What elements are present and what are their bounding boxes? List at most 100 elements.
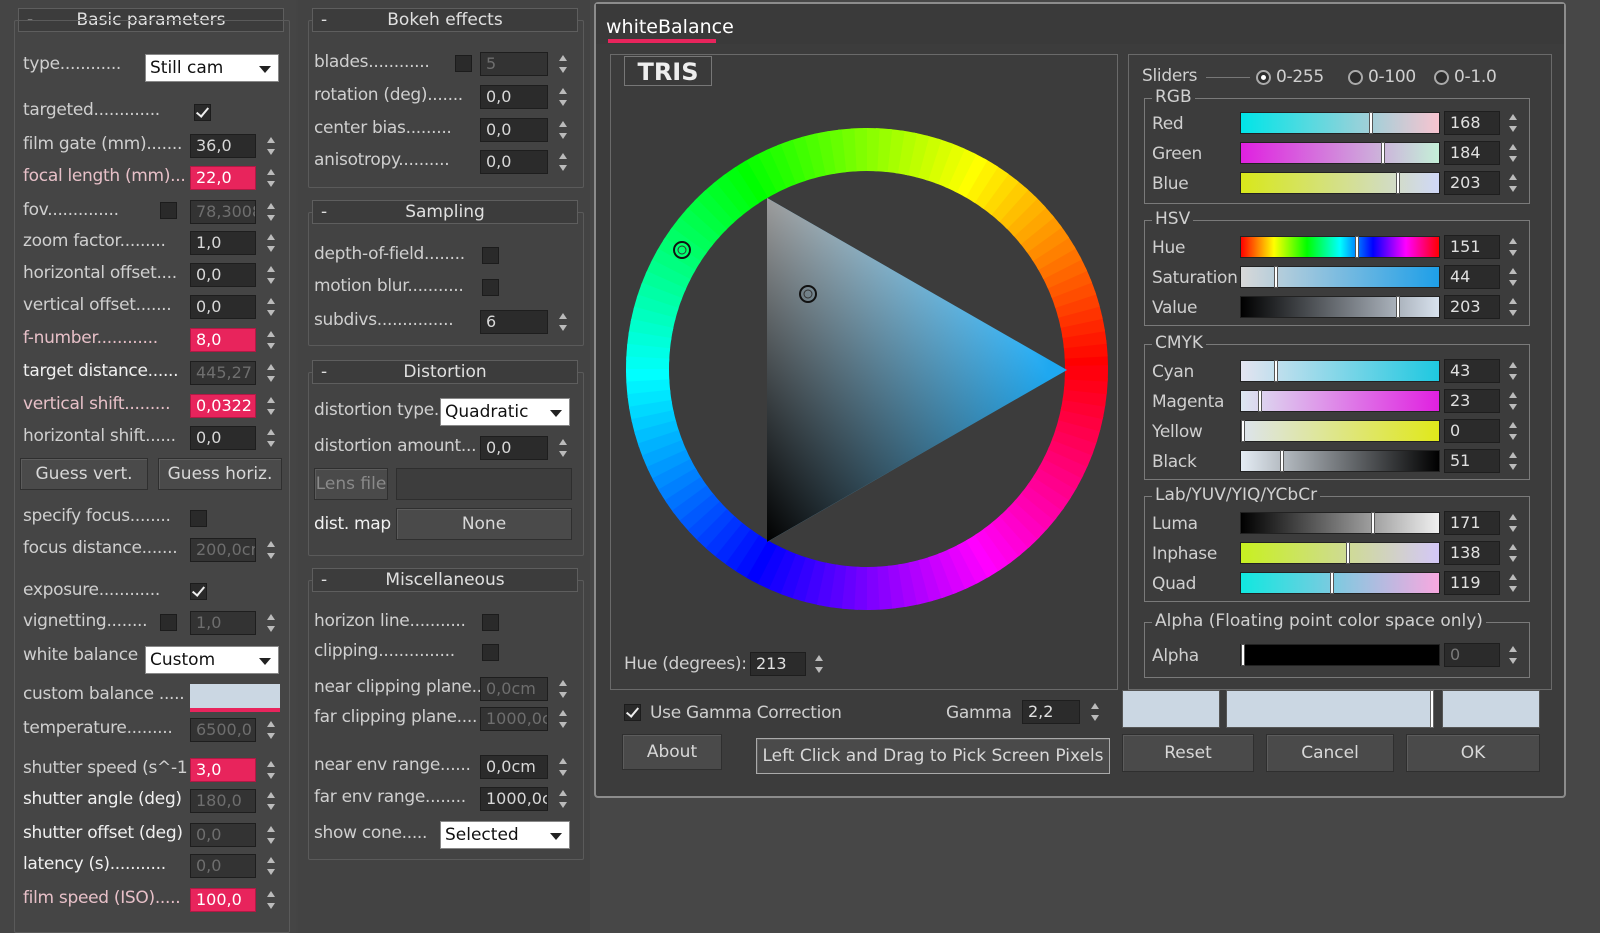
distortion-header[interactable]: - Distortion (312, 360, 578, 384)
zoom-factor-field[interactable]: 1,0 (190, 231, 256, 255)
focus-distance-spinner[interactable] (264, 538, 278, 562)
hue-slider[interactable] (1240, 236, 1440, 258)
target-distance-field[interactable]: 445,27 (190, 361, 256, 385)
latency-spinner[interactable] (264, 854, 278, 878)
film-gate-field[interactable]: 36,0 (190, 134, 256, 158)
green-slider[interactable] (1240, 142, 1440, 164)
vignetting-checkbox[interactable] (160, 614, 177, 631)
shutter-offset-spinner[interactable] (264, 823, 278, 847)
near-clipping-spinner[interactable] (556, 677, 570, 701)
shutter-speed-spinner[interactable] (264, 758, 278, 782)
vertical-shift-field[interactable]: 0,0322 (190, 394, 256, 418)
custom-balance-swatch[interactable] (190, 684, 280, 712)
inphase-slider[interactable] (1240, 542, 1440, 564)
blades-field[interactable]: 5 (480, 52, 548, 76)
guess-vert-button[interactable]: Guess vert. (20, 458, 148, 490)
inphase-slider-handle[interactable] (1346, 542, 1350, 564)
targeted-checkbox[interactable] (194, 104, 211, 121)
horizontal-shift-spinner[interactable] (264, 426, 278, 450)
yellow-value-field[interactable]: 0 (1444, 419, 1500, 443)
far-env-field[interactable]: 1000,0c (480, 787, 548, 811)
alpha-value-field[interactable]: 0 (1444, 643, 1500, 667)
cyan-spinner[interactable] (1506, 359, 1520, 383)
yellow-spinner[interactable] (1506, 419, 1520, 443)
far-clipping-field[interactable]: 1000,0c (480, 707, 548, 731)
shutter-angle-spinner[interactable] (264, 789, 278, 813)
blades-checkbox[interactable] (455, 55, 472, 72)
subdivs-field[interactable]: 6 (480, 310, 548, 334)
magenta-value-field[interactable]: 23 (1444, 389, 1500, 413)
alpha-slider-handle[interactable] (1241, 644, 1245, 666)
gamma-correction-checkbox[interactable] (624, 704, 641, 721)
blue-slider-handle[interactable] (1396, 172, 1400, 194)
gamma-spinner[interactable] (1088, 700, 1102, 724)
alpha-spinner[interactable] (1506, 643, 1520, 667)
distortion-amount-field[interactable]: 0,0 (480, 436, 548, 460)
cyan-slider-handle[interactable] (1274, 360, 1278, 382)
magenta-spinner[interactable] (1506, 389, 1520, 413)
original-color-swatch[interactable] (1122, 690, 1220, 728)
near-env-field[interactable]: 0,0cm (480, 755, 548, 779)
magenta-slider[interactable] (1240, 390, 1440, 412)
sat-slider-handle[interactable] (1274, 266, 1278, 288)
focus-distance-field[interactable]: 200,0cm (190, 538, 256, 562)
pick-screen-pixels-button[interactable]: Left Click and Drag to Pick Screen Pixel… (756, 738, 1110, 774)
temperature-field[interactable]: 6500,0 (190, 718, 256, 742)
fov-field[interactable]: 78,3008 (190, 200, 256, 224)
black-slider-handle[interactable] (1280, 450, 1284, 472)
vertical-shift-spinner[interactable] (264, 394, 278, 418)
hue-spinner[interactable] (1506, 235, 1520, 259)
yellow-slider-handle[interactable] (1241, 420, 1245, 442)
dist-map-button[interactable]: None (396, 508, 572, 540)
vertical-offset-spinner[interactable] (264, 295, 278, 319)
hue-degrees-spinner[interactable] (812, 652, 826, 676)
cancel-button[interactable]: Cancel (1266, 734, 1394, 772)
radio-0-1[interactable] (1434, 70, 1449, 85)
zoom-factor-spinner[interactable] (264, 231, 278, 255)
vignetting-field[interactable]: 1,0 (190, 611, 256, 635)
blue-value-field[interactable]: 203 (1444, 171, 1500, 195)
motion-blur-checkbox[interactable] (482, 279, 499, 296)
near-env-spinner[interactable] (556, 755, 570, 779)
black-slider[interactable] (1240, 450, 1440, 472)
bokeh-header[interactable]: - Bokeh effects (312, 8, 578, 32)
rotation-spinner[interactable] (556, 85, 570, 109)
blue-slider[interactable] (1240, 172, 1440, 194)
val-spinner[interactable] (1506, 295, 1520, 319)
inphase-value-field[interactable]: 138 (1444, 541, 1500, 565)
distortion-amount-spinner[interactable] (556, 436, 570, 460)
quad-slider-handle[interactable] (1330, 572, 1334, 594)
radio-0-100[interactable] (1348, 70, 1363, 85)
shutter-offset-field[interactable]: 0,0 (190, 823, 256, 847)
ok-button[interactable]: OK (1406, 734, 1540, 772)
sat-spinner[interactable] (1506, 265, 1520, 289)
sampling-header[interactable]: - Sampling (312, 200, 578, 224)
val-value-field[interactable]: 203 (1444, 295, 1500, 319)
color-wheel[interactable] (626, 128, 1108, 610)
lens-file-button[interactable]: Lens file (314, 468, 388, 500)
f-number-spinner[interactable] (264, 328, 278, 352)
white-balance-dropdown[interactable]: Custom (145, 646, 279, 674)
center-bias-spinner[interactable] (556, 118, 570, 142)
hue-slider-handle[interactable] (1355, 236, 1359, 258)
gamma-field[interactable]: 2,2 (1022, 700, 1080, 724)
lens-file-path-field[interactable] (396, 468, 572, 500)
magenta-slider-handle[interactable] (1258, 390, 1262, 412)
horizontal-offset-field[interactable]: 0,0 (190, 263, 256, 287)
inphase-spinner[interactable] (1506, 541, 1520, 565)
about-button[interactable]: About (622, 734, 722, 770)
anisotropy-field[interactable]: 0,0 (480, 150, 548, 174)
blue-spinner[interactable] (1506, 171, 1520, 195)
red-spinner[interactable] (1506, 111, 1520, 135)
preview-color-swatch[interactable] (1442, 690, 1540, 728)
vignetting-spinner[interactable] (264, 611, 278, 635)
clipping-checkbox[interactable] (482, 644, 499, 661)
far-env-spinner[interactable] (556, 787, 570, 811)
shutter-speed-field[interactable]: 3,0 (190, 758, 256, 782)
red-value-field[interactable]: 168 (1444, 111, 1500, 135)
rotation-field[interactable]: 0,0 (480, 85, 548, 109)
cyan-value-field[interactable]: 43 (1444, 359, 1500, 383)
val-slider-handle[interactable] (1396, 296, 1400, 318)
dialog-titlebar[interactable] (596, 4, 1564, 44)
fov-spinner[interactable] (264, 200, 278, 224)
